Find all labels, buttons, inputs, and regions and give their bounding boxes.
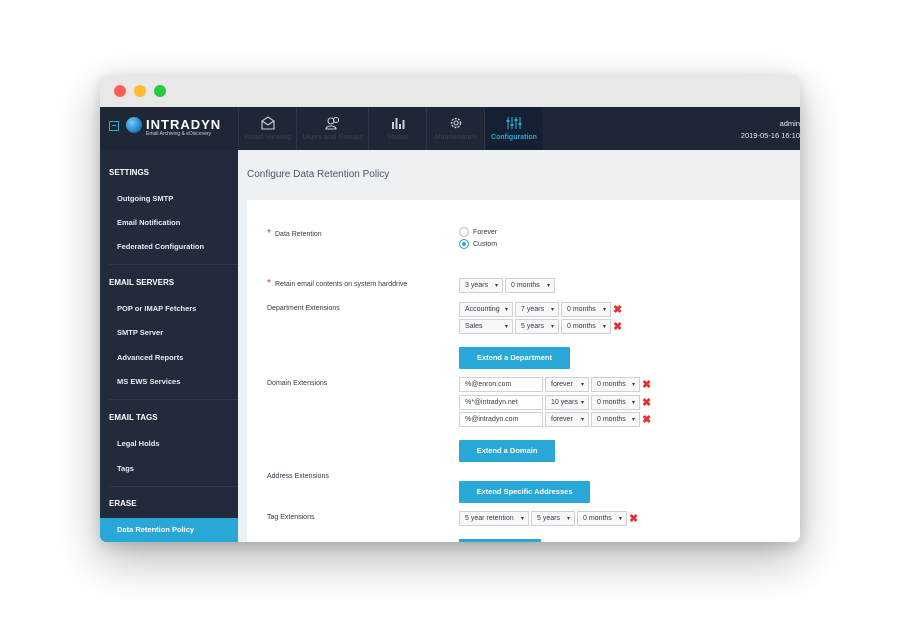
sidebar: SETTINGS Outgoing SMTP Email Notificatio… (100, 150, 238, 542)
tab-label: Users and Groups (302, 134, 364, 141)
department-select[interactable]: Sales ▾ (459, 319, 513, 334)
department-extensions-label: Department Extensions (267, 305, 340, 312)
collapse-sidebar-icon[interactable] (109, 121, 119, 131)
remove-department-icon[interactable]: ✖ (613, 305, 622, 316)
gear-icon (450, 117, 462, 129)
envelope-icon (261, 116, 275, 130)
top-navigation: INTRADYN Email Archiving & eDiscovery Em… (100, 107, 800, 150)
sidebar-item-advanced-reports[interactable]: Advanced Reports (117, 353, 183, 362)
main-content: Configure Data Retention Policy * Data R… (238, 150, 800, 542)
domain-years-select[interactable]: 10 years ▾ (545, 395, 589, 410)
domain-months-select[interactable]: 0 months ▾ (591, 395, 640, 410)
domain-months-select[interactable]: 0 months ▾ (591, 377, 640, 392)
extend-department-button[interactable]: Extend a Department (459, 347, 570, 369)
tab-users-and-groups[interactable]: Users and Groups (296, 107, 369, 150)
logo-icon (126, 117, 142, 133)
tab-status[interactable]: Status (368, 107, 427, 150)
window-titlebar (100, 75, 800, 107)
sidebar-item-outgoing-smtp[interactable]: Outgoing SMTP (117, 194, 173, 203)
sidebar-item-email-notification[interactable]: Email Notification (117, 218, 180, 227)
sliders-icon (506, 117, 522, 129)
domain-extensions-label: Domain Extensions (267, 380, 328, 387)
tag-months-select[interactable]: 0 months ▾ (577, 511, 627, 526)
sidebar-section-settings: SETTINGS (109, 168, 150, 177)
tag-select[interactable]: 5 year retention ▾ (459, 511, 529, 526)
tab-label: Email Viewing (244, 134, 292, 141)
required-marker: * (267, 278, 271, 289)
tab-label: Configuration (491, 134, 537, 141)
app-window: INTRADYN Email Archiving & eDiscovery Em… (100, 75, 800, 542)
remove-domain-icon[interactable]: ✖ (642, 380, 651, 391)
brand-tagline: Email Archiving & eDiscovery (146, 131, 212, 137)
remove-department-icon[interactable]: ✖ (613, 322, 622, 333)
close-window-button[interactable] (114, 85, 126, 97)
forever-radio[interactable] (459, 227, 469, 237)
tag-years-select[interactable]: 5 years ▾ (531, 511, 575, 526)
sidebar-section-erase: ERASE (109, 499, 137, 508)
department-select[interactable]: Accounting ▾ (459, 302, 513, 317)
domain-months-select[interactable]: 0 months ▾ (591, 412, 640, 427)
domain-input[interactable]: %@enron.com (459, 377, 543, 392)
tab-maintenance[interactable]: Maintenance (426, 107, 485, 150)
address-extensions-label: Address Extensions (267, 473, 329, 480)
user-info[interactable]: admin 2019-05-16 16:10 (741, 118, 800, 142)
sidebar-item-federated-configuration[interactable]: Federated Configuration (117, 242, 204, 251)
remove-tag-icon[interactable]: ✖ (629, 514, 638, 525)
data-retention-label: Data Retention (275, 231, 322, 238)
custom-radio-label: Custom (473, 241, 498, 248)
maximize-window-button[interactable] (154, 85, 166, 97)
tab-email-viewing[interactable]: Email Viewing (238, 107, 297, 150)
retain-contents-label: Retain email contents on system harddriv… (275, 281, 408, 288)
sidebar-item-pop-imap-fetchers[interactable]: POP or IMAP Fetchers (117, 304, 196, 313)
sidebar-divider (109, 264, 238, 265)
tab-label: Status (387, 134, 409, 141)
sidebar-item-tags[interactable]: Tags (117, 464, 134, 473)
sidebar-item-data-retention-policy[interactable]: Data Retention Policy (100, 518, 238, 542)
department-months-select[interactable]: 0 months ▾ (561, 302, 611, 317)
sidebar-divider (109, 399, 238, 400)
minimize-window-button[interactable] (134, 85, 146, 97)
page-title: Configure Data Retention Policy (247, 169, 390, 180)
users-icon (325, 116, 340, 130)
remove-domain-icon[interactable]: ✖ (642, 415, 651, 426)
forever-radio-label: Forever (473, 229, 498, 236)
extend-domain-button[interactable]: Extend a Domain (459, 440, 555, 462)
department-years-select[interactable]: 5 years ▾ (515, 319, 559, 334)
domain-years-select[interactable]: forever ▾ (545, 377, 589, 392)
sidebar-item-label: Data Retention Policy (117, 525, 195, 534)
sidebar-item-smtp-server[interactable]: SMTP Server (117, 328, 163, 337)
domain-years-select[interactable]: forever ▾ (545, 412, 589, 427)
remove-domain-icon[interactable]: ✖ (642, 398, 651, 409)
tab-label: Maintenance (434, 134, 478, 141)
domain-input[interactable]: %@intradyn.com (459, 412, 543, 427)
custom-radio[interactable] (459, 239, 469, 249)
retain-months-select[interactable]: 0 months ▾ (505, 278, 555, 293)
department-months-select[interactable]: 0 months ▾ (561, 319, 611, 334)
brand-name: INTRADYN (146, 117, 222, 132)
sidebar-item-legal-holds[interactable]: Legal Holds (117, 439, 160, 448)
username: admin (779, 119, 800, 128)
extend-addresses-button[interactable]: Extend Specific Addresses (459, 481, 590, 503)
bar-chart-icon (392, 118, 405, 129)
tab-configuration[interactable]: Configuration (484, 107, 543, 150)
department-years-select[interactable]: 7 years ▾ (515, 302, 559, 317)
sidebar-section-email-tags: EMAIL TAGS (109, 413, 158, 422)
tag-extensions-label: Tag Extensions (267, 514, 315, 521)
datetime: 2019-05-16 16:10 (740, 131, 800, 140)
sidebar-section-email-servers: EMAIL SERVERS (109, 278, 175, 287)
extend-tag-button[interactable] (459, 539, 541, 542)
domain-input[interactable]: %*@intradyn.net (459, 395, 543, 410)
required-marker: * (267, 228, 271, 239)
sidebar-item-ms-ews-services[interactable]: MS EWS Services (117, 377, 180, 386)
retention-form-panel: * Data Retention Forever Custom * Retain… (247, 200, 800, 542)
retain-years-select[interactable]: 3 years ▾ (459, 278, 503, 293)
sidebar-divider (109, 486, 238, 487)
